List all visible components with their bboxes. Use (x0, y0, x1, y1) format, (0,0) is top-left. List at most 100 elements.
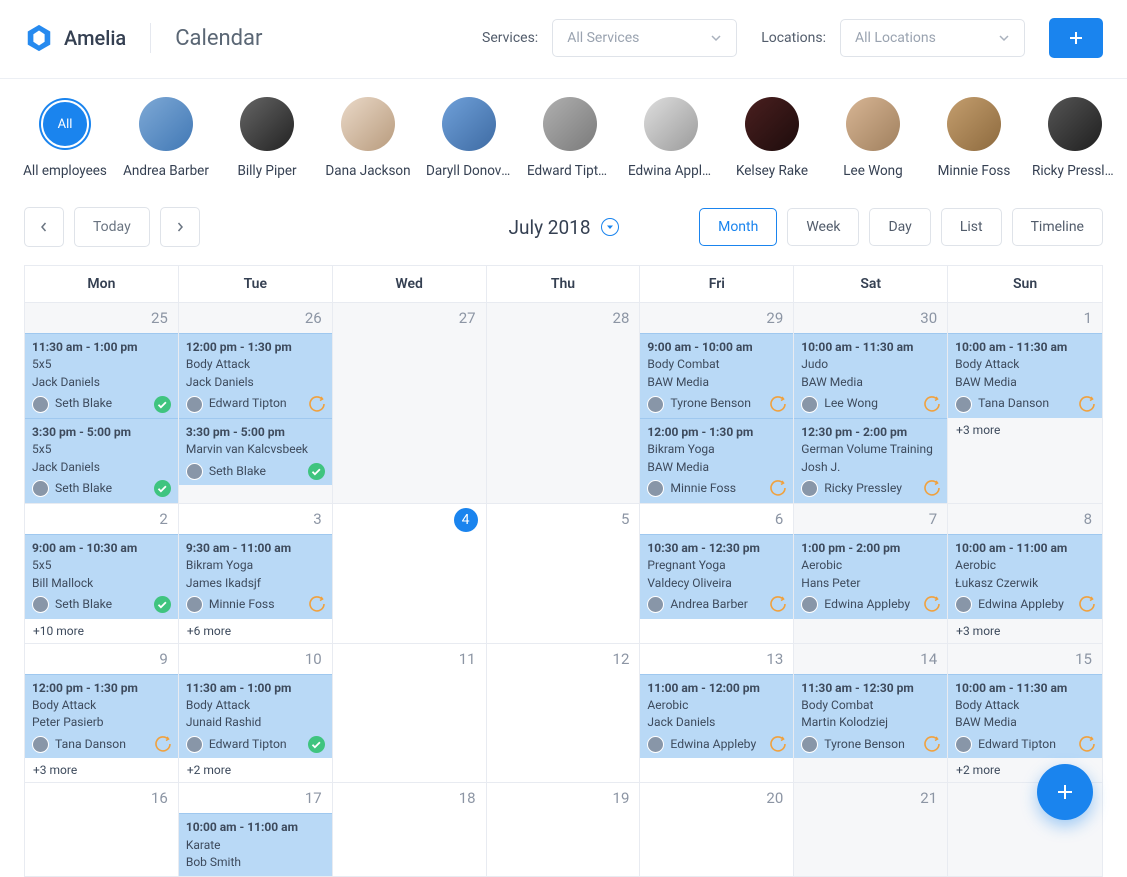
calendar-day[interactable]: 299:00 am - 10:00 amBody CombatBAW Media… (640, 303, 794, 503)
pending-icon (1078, 396, 1095, 413)
calendar-day[interactable]: 110:00 am - 11:30 amBody AttackBAW Media… (948, 303, 1102, 503)
event-client: Jack Daniels (647, 714, 786, 731)
employee-name: Daryll Donovan (426, 163, 512, 179)
calendar-event[interactable]: 9:00 am - 10:30 am5x5Bill MallockSeth Bl… (25, 534, 178, 619)
services-select[interactable]: All Services (552, 19, 737, 57)
event-employee: Edwina Appleby (978, 596, 1072, 614)
calendar-event[interactable]: 12:00 pm - 1:30 pmBody AttackPeter Pasie… (25, 674, 178, 759)
more-events-link[interactable]: +3 more (25, 758, 178, 782)
calendar-event[interactable]: 11:30 am - 1:00 pmBody AttackJunaid Rash… (179, 674, 332, 759)
calendar-day[interactable]: 3010:00 am - 11:30 amJudoBAW MediaLee Wo… (794, 303, 948, 503)
calendar-day[interactable]: 28 (487, 303, 641, 503)
calendar-event[interactable]: 12:00 pm - 1:30 pmBikram YogaBAW MediaMi… (640, 418, 793, 503)
check-icon (154, 480, 171, 497)
employee-name: Minnie Foss (938, 163, 1011, 179)
calendar-event[interactable]: 10:00 am - 11:30 amJudoBAW MediaLee Wong (794, 333, 947, 418)
calendar-day[interactable]: 20 (640, 783, 794, 875)
calendar-day[interactable]: 16 (25, 783, 179, 875)
event-employee: Ricky Pressley (824, 480, 917, 498)
calendar-day[interactable]: 610:30 am - 12:30 pmPregnant YogaValdecy… (640, 504, 794, 643)
calendar-event[interactable]: 3:30 pm - 5:00 pm5x5Jack DanielsSeth Bla… (25, 418, 178, 503)
more-events-link[interactable]: +10 more (25, 619, 178, 643)
event-employee: Lee Wong (824, 395, 917, 413)
pending-icon (1078, 736, 1095, 753)
calendar-event[interactable]: 10:00 am - 11:00 amAerobicŁukasz Czerwik… (948, 534, 1102, 619)
locations-select[interactable]: All Locations (840, 19, 1025, 57)
view-tab-week[interactable]: Week (787, 208, 859, 246)
calendar-event[interactable]: 11:30 am - 12:30 pmBody CombatMartin Kol… (794, 674, 947, 759)
employee-item[interactable]: Daryll Donovan (432, 97, 506, 179)
calendar-event[interactable]: 9:00 am - 10:00 amBody CombatBAW MediaTy… (640, 333, 793, 418)
calendar-event[interactable]: 12:00 pm - 1:30 pmBody AttackJack Daniel… (179, 333, 332, 418)
event-client: Jack Daniels (186, 374, 325, 391)
view-tab-timeline[interactable]: Timeline (1012, 208, 1103, 246)
calendar-day[interactable]: 1411:30 am - 12:30 pmBody CombatMartin K… (794, 644, 948, 783)
employee-item[interactable]: Andrea Barber (129, 97, 203, 179)
employee-item[interactable]: Minnie Foss (937, 97, 1011, 179)
view-tab-day[interactable]: Day (869, 208, 930, 246)
calendar-day[interactable]: 5 (487, 504, 641, 643)
employee-item[interactable]: Lee Wong (836, 97, 910, 179)
calendar-day[interactable]: 1510:00 am - 11:30 amBody AttackBAW Medi… (948, 644, 1102, 783)
calendar-day[interactable]: 19 (487, 783, 641, 875)
check-icon (308, 736, 325, 753)
employee-item[interactable]: Edwina Appleby (634, 97, 708, 179)
calendar-day[interactable]: 12 (487, 644, 641, 783)
calendar-day[interactable]: 2612:00 pm - 1:30 pmBody AttackJack Dani… (179, 303, 333, 503)
calendar-event[interactable]: 1:00 pm - 2:00 pmAerobicHans PeterEdwina… (794, 534, 947, 619)
calendar-day[interactable]: 810:00 am - 11:00 amAerobicŁukasz Czerwi… (948, 504, 1102, 643)
calendar-day[interactable]: 29:00 am - 10:30 am5x5Bill MallockSeth B… (25, 504, 179, 643)
view-tab-month[interactable]: Month (699, 208, 777, 246)
calendar-event[interactable]: 10:00 am - 11:30 amBody AttackBAW MediaE… (948, 674, 1102, 759)
view-tab-list[interactable]: List (941, 208, 1002, 246)
prev-button[interactable] (24, 207, 64, 247)
calendar-event[interactable]: 9:30 am - 11:00 amBikram YogaJames Ikads… (179, 534, 332, 619)
calendar-day[interactable]: 1710:00 am - 11:00 amKarateBob Smith (179, 783, 333, 875)
next-button[interactable] (160, 207, 200, 247)
calendar-event[interactable]: 11:30 am - 1:00 pm5x5Jack DanielsSeth Bl… (25, 333, 178, 418)
employee-item[interactable]: AllAll employees (28, 97, 102, 179)
fab-add-button[interactable] (1037, 764, 1093, 820)
calendar-event[interactable]: 12:30 pm - 2:00 pmGerman Volume Training… (794, 418, 947, 503)
employee-item[interactable]: Dana Jackson (331, 97, 405, 179)
calendar-day[interactable]: 71:00 pm - 2:00 pmAerobicHans PeterEdwin… (794, 504, 948, 643)
event-employee: Seth Blake (55, 596, 148, 614)
more-events-link[interactable]: +2 more (179, 758, 332, 782)
calendar-day[interactable]: 39:30 am - 11:00 amBikram YogaJames Ikad… (179, 504, 333, 643)
calendar-day[interactable]: 27 (333, 303, 487, 503)
day-number: 27 (333, 303, 486, 333)
add-button[interactable] (1049, 18, 1103, 58)
event-time: 10:00 am - 11:30 am (955, 680, 1095, 697)
calendar-day[interactable]: 4 (333, 504, 487, 643)
more-events-link[interactable]: +3 more (948, 619, 1102, 643)
calendar-event[interactable]: 10:30 am - 12:30 pmPregnant YogaValdecy … (640, 534, 793, 619)
calendar-day[interactable]: 1311:00 am - 12:00 pmAerobicJack Daniels… (640, 644, 794, 783)
calendar-day[interactable]: 21 (794, 783, 948, 875)
event-title: Karate (186, 837, 325, 854)
calendar-event[interactable]: 3:30 pm - 5:00 pmMarvin van KalcvsbeekSe… (179, 418, 332, 485)
calendar-day[interactable]: 2511:30 am - 1:00 pm5x5Jack DanielsSeth … (25, 303, 179, 503)
employee-item[interactable]: Edward Tipton (533, 97, 607, 179)
event-client: Łukasz Czerwik (955, 575, 1095, 592)
event-title: Body Combat (801, 697, 940, 714)
employee-item[interactable]: Kelsey Rake (735, 97, 809, 179)
event-employee: Minnie Foss (670, 480, 763, 498)
calendar-day[interactable]: 1011:30 am - 1:00 pmBody AttackJunaid Ra… (179, 644, 333, 783)
calendar-event[interactable]: 11:00 am - 12:00 pmAerobicJack DanielsEd… (640, 674, 793, 759)
period-dropdown[interactable] (601, 218, 619, 236)
event-employee: Andrea Barber (670, 596, 763, 614)
calendar-day[interactable]: 912:00 pm - 1:30 pmBody AttackPeter Pasi… (25, 644, 179, 783)
employee-item[interactable]: Billy Piper (230, 97, 304, 179)
calendar-day[interactable]: 11 (333, 644, 487, 783)
more-events-link[interactable]: +3 more (948, 418, 1102, 442)
more-events-link[interactable]: +6 more (179, 619, 332, 643)
calendar-event[interactable]: 10:00 am - 11:00 amKarateBob Smith (179, 813, 332, 875)
event-title: Body Attack (186, 356, 325, 373)
today-button[interactable]: Today (74, 207, 150, 247)
event-title: German Volume Training (801, 441, 940, 458)
employee-item[interactable]: Ricky Pressley (1038, 97, 1112, 179)
logo[interactable]: Amelia (24, 23, 126, 53)
day-number: 14 (794, 644, 947, 674)
calendar-event[interactable]: 10:00 am - 11:30 amBody AttackBAW MediaT… (948, 333, 1102, 418)
calendar-day[interactable]: 18 (333, 783, 487, 875)
